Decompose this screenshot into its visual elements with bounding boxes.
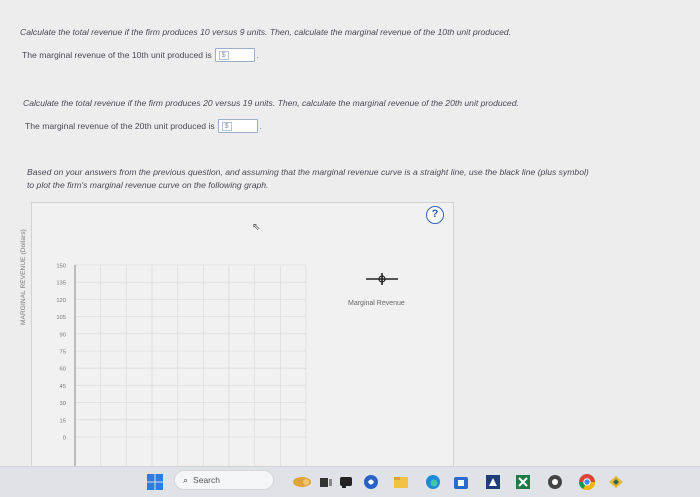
- media-app-icon[interactable]: [484, 473, 502, 491]
- taskbar-search-input[interactable]: ⌕ Search: [174, 470, 274, 490]
- search-label: Search: [193, 475, 220, 485]
- chrome-icon[interactable]: [576, 473, 598, 491]
- file-explorer-icon[interactable]: [392, 473, 410, 491]
- taskbar: [0, 466, 700, 497]
- teams-icon[interactable]: [362, 473, 380, 491]
- y-tick-label: 0: [63, 436, 66, 442]
- y-tick-label: 120: [56, 298, 66, 304]
- edge-icon[interactable]: [424, 473, 442, 491]
- chat-icon[interactable]: [338, 473, 354, 491]
- y-tick-label: 60: [60, 367, 66, 373]
- assignment-page: Calculate the total revenue if the firm …: [0, 0, 700, 466]
- windows-start-icon[interactable]: [146, 473, 164, 491]
- graph-canvas[interactable]: 0 15 30 45 60 75 90 105 120 135 150: [0, 0, 700, 466]
- search-icon: ⌕: [183, 474, 189, 485]
- marginal-revenue-tool-icon[interactable]: [366, 273, 398, 285]
- y-tick-label: 45: [60, 384, 66, 390]
- y-tick-label: 105: [56, 315, 66, 321]
- y-tick-label: 90: [60, 332, 66, 338]
- task-view-icon[interactable]: [318, 473, 334, 491]
- app-icon[interactable]: [606, 473, 626, 491]
- y-tick-label: 30: [60, 401, 66, 407]
- y-tick-labels: 0 15 30 45 60 75 90 105 120 135 150: [56, 264, 66, 442]
- legend-marginal-revenue-label: Marginal Revenue: [348, 300, 405, 307]
- graph-grid: [75, 264, 307, 466]
- store-icon[interactable]: [452, 473, 470, 491]
- y-tick-label: 15: [60, 418, 66, 424]
- y-tick-label: 150: [56, 264, 66, 270]
- y-axis-title: MARGINAL REVENUE (Dollars): [20, 229, 27, 325]
- y-tick-label: 75: [60, 350, 66, 356]
- excel-icon[interactable]: [514, 473, 532, 491]
- record-icon[interactable]: [546, 473, 564, 491]
- y-tick-label: 135: [56, 281, 66, 287]
- widgets-icon[interactable]: [292, 473, 312, 491]
